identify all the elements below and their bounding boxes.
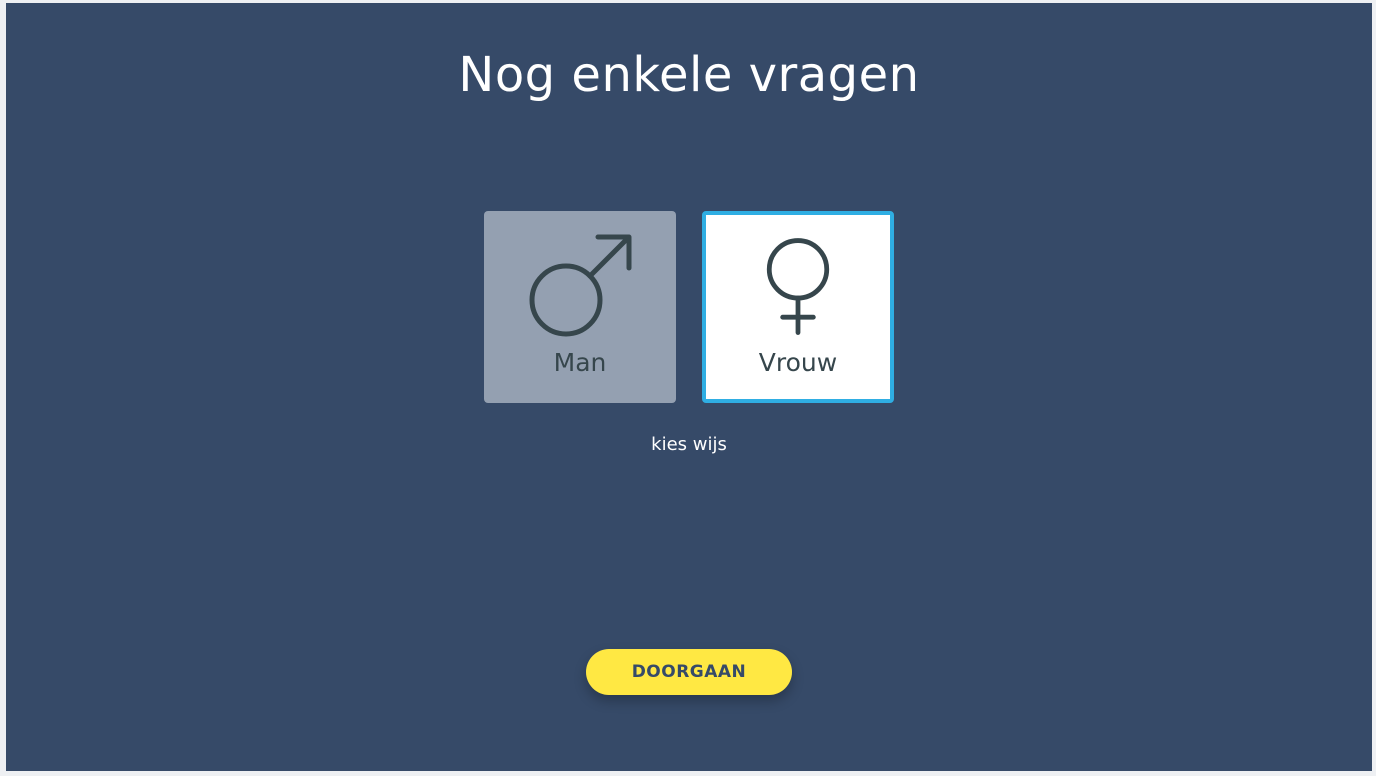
gender-option-vrouw-label: Vrouw <box>758 348 838 377</box>
page-title: Nog enkele vragen <box>458 47 920 103</box>
page-frame: Nog enkele vragen Man Vrouw kies wijs DO… <box>6 3 1372 771</box>
gender-option-man-label: Man <box>553 348 607 377</box>
gender-option-vrouw[interactable]: Vrouw <box>702 211 894 403</box>
gender-option-man[interactable]: Man <box>484 211 676 403</box>
female-symbol-icon <box>766 238 830 335</box>
continue-button[interactable]: DOORGAAN <box>586 649 792 695</box>
hint-text: kies wijs <box>651 434 727 455</box>
male-symbol-icon <box>529 234 632 337</box>
